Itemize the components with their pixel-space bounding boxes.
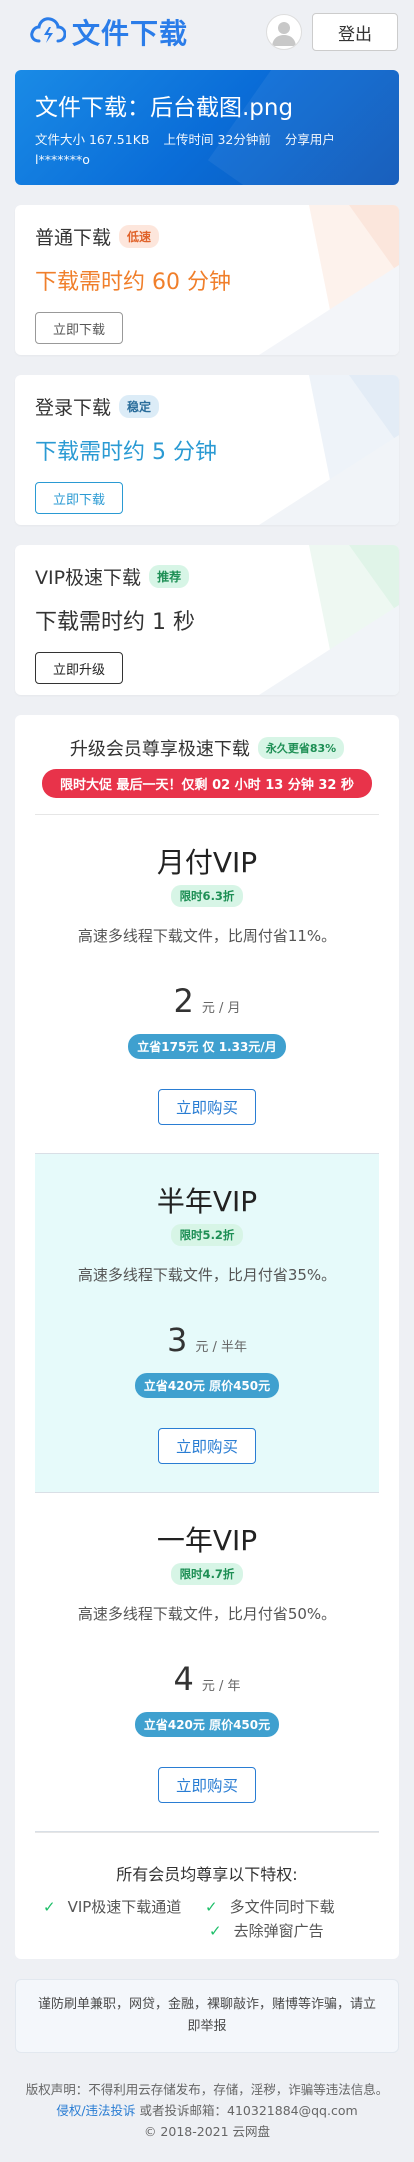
normal-download-button[interactable]: 立即下载 bbox=[35, 312, 123, 344]
plan-price-value: 4 bbox=[173, 1660, 194, 1698]
option-tag: 稳定 bbox=[119, 395, 160, 418]
plan-monthly: 月付VIP 限时6.3折 高速多线程下载文件，比周付省11%。 2 元 / 月 立… bbox=[35, 815, 379, 1154]
plan-desc: 高速多线程下载文件，比月付省50%。 bbox=[77, 1605, 337, 1623]
plan-name: 半年VIP bbox=[156, 1185, 258, 1218]
option-time: 下载需时约 1 秒 bbox=[35, 610, 195, 635]
brand[interactable]: 文件下载 bbox=[30, 12, 188, 52]
vip-title: 升级会员尊享极速下载 bbox=[69, 739, 250, 760]
option-title: 登录下载 bbox=[35, 397, 112, 419]
plan-price-value: 3 bbox=[166, 1321, 188, 1359]
check-icon: ✓ bbox=[205, 1898, 218, 1916]
option-time: 下载需时约 60 分钟 bbox=[35, 270, 231, 295]
file-upload-time: 上传时间 32分钟前 bbox=[163, 132, 271, 147]
avatar[interactable] bbox=[266, 14, 302, 50]
plan-price: 4 元 / 年 bbox=[35, 1660, 379, 1698]
vip-save-tag: 永久更省83% bbox=[257, 737, 345, 759]
file-info-banner: 文件下载：后台截图.png 文件大小 167.51KB 上传时间 32分钟前 分享用… bbox=[15, 70, 399, 185]
check-icon: ✓ bbox=[209, 1922, 222, 1940]
plan-yearly: 一年VIP 限时4.7折 高速多线程下载文件，比月付省50%。 4 元 / 年 立… bbox=[35, 1493, 379, 1832]
option-title: VIP极速下载 bbox=[35, 567, 142, 589]
plan-desc: 高速多线程下载文件，比月付省35%。 bbox=[77, 1266, 337, 1284]
file-title: 文件下载：后台截图.png bbox=[35, 95, 294, 121]
plan-price-unit: 元 / 月 bbox=[201, 1001, 241, 1016]
privilege-item: ✓ 去除弹窗广告 bbox=[43, 1919, 367, 1943]
privileges-list: ✓ VIP极速下载通道 ✓ 多文件同时下载 ✓ 去除弹窗广告 bbox=[35, 1885, 379, 1943]
privileges: 所有会员均尊享以下特权: ✓ VIP极速下载通道 ✓ 多文件同时下载 ✓ 去除弹窗广告 bbox=[35, 1832, 379, 1943]
plan-name: 月付VIP bbox=[156, 846, 258, 879]
file-size: 文件大小 167.51KB bbox=[35, 132, 150, 147]
promo-countdown: 限时大促 最后一天！仅剩 02 小时 13 分钟 32 秒 bbox=[42, 769, 372, 798]
login-download-button[interactable]: 立即下载 bbox=[35, 482, 123, 514]
footer-copyright: © 2018-2021 云网盘 bbox=[143, 2124, 271, 2139]
vip-download-card: VIP极速下载 推荐 下载需时约 1 秒 立即升级 bbox=[15, 545, 399, 695]
plan-discount: 限时4.7折 bbox=[170, 1563, 244, 1585]
plan-price: 2 元 / 月 bbox=[35, 982, 379, 1020]
buy-halfyear-button[interactable]: 立即购买 bbox=[158, 1428, 256, 1464]
plan-price-unit: 元 / 年 bbox=[201, 1679, 241, 1694]
privilege-item: ✓ VIP极速下载通道 bbox=[43, 1895, 205, 1919]
fraud-notice: 谨防刷单兼职，网贷，金融，裸聊敲诈，赌博等诈骗，请立即举报 bbox=[15, 1979, 399, 2053]
footer: 版权声明：不得利用云存储发布，存储，淫秽，诈骗等违法信息。 侵权/违法投诉 或者… bbox=[0, 2053, 414, 2162]
option-time: 下载需时约 5 分钟 bbox=[35, 440, 217, 465]
plan-desc: 高速多线程下载文件，比周付省11%。 bbox=[77, 927, 337, 945]
plan-price-value: 2 bbox=[173, 982, 194, 1020]
plan-price: 3 元 / 半年 bbox=[35, 1321, 379, 1359]
privilege-item: ✓ 多文件同时下载 bbox=[205, 1895, 367, 1919]
file-meta: 文件大小 167.51KB 上传时间 32分钟前 分享用户 l*******o bbox=[35, 130, 379, 170]
login-download-card: 登录下载 稳定 下载需时约 5 分钟 立即下载 bbox=[15, 375, 399, 525]
brand-title: 文件下载 bbox=[72, 17, 189, 50]
logout-button[interactable]: 登出 bbox=[312, 13, 398, 51]
plan-halfyear: 半年VIP 限时5.2折 高速多线程下载文件，比月付省35%。 3元 / 半年 … bbox=[35, 1154, 379, 1493]
footer-disclaimer: 版权声明：不得利用云存储发布，存储，淫秽，诈骗等违法信息。 bbox=[25, 2082, 389, 2097]
check-icon: ✓ bbox=[43, 1898, 56, 1916]
report-email: 或者投诉邮箱：410321884@qq.com bbox=[139, 2103, 358, 2118]
plan-name: 一年VIP bbox=[156, 1524, 258, 1557]
option-tag: 推荐 bbox=[149, 565, 190, 588]
plan-discount: 限时5.2折 bbox=[170, 1224, 244, 1246]
privileges-title: 所有会员均尊享以下特权: bbox=[116, 1865, 298, 1884]
cloud-lightning-icon bbox=[30, 15, 67, 49]
user-icon bbox=[272, 22, 296, 46]
plan-save: 立省175元 仅 1.33元/月 bbox=[128, 1034, 286, 1059]
report-link[interactable]: 侵权/违法投诉 bbox=[56, 2103, 135, 2118]
plan-price-unit: 元 / 半年 bbox=[195, 1340, 247, 1355]
buy-monthly-button[interactable]: 立即购买 bbox=[158, 1089, 256, 1125]
buy-yearly-button[interactable]: 立即购买 bbox=[158, 1767, 256, 1803]
plan-discount: 限时6.3折 bbox=[170, 885, 244, 907]
plan-save: 立省420元 原价450元 bbox=[134, 1373, 280, 1398]
option-tag: 低速 bbox=[119, 225, 160, 248]
footer-report: 侵权/违法投诉 或者投诉邮箱：410321884@qq.com bbox=[20, 2100, 394, 2121]
vip-section: 升级会员尊享极速下载 永久更省83% 限时大促 最后一天！仅剩 02 小时 13… bbox=[15, 715, 399, 1959]
option-title: 普通下载 bbox=[35, 227, 112, 249]
normal-download-card: 普通下载 低速 下载需时约 60 分钟 立即下载 bbox=[15, 205, 399, 355]
header: 文件下载 登出 bbox=[0, 0, 414, 64]
vip-upgrade-button[interactable]: 立即升级 bbox=[35, 652, 123, 684]
plan-save: 立省420元 原价450元 bbox=[134, 1712, 280, 1737]
